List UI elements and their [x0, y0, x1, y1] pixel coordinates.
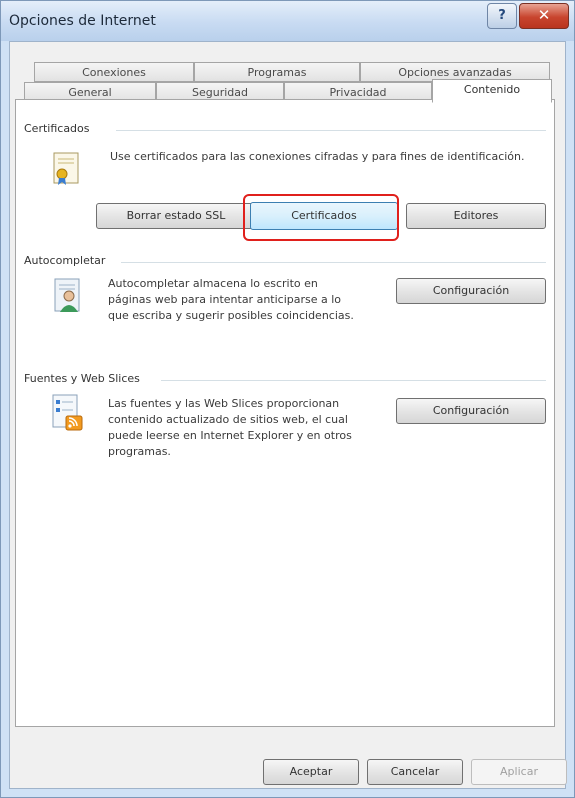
certificates-group-title: Certificados — [24, 122, 90, 135]
feeds-description: Las fuentes y las Web Slices proporciona… — [108, 397, 352, 458]
autocomplete-description: Autocompletar almacena lo escrito en pág… — [108, 277, 354, 322]
autocomplete-divider — [121, 262, 546, 263]
autocomplete-group-title: Autocompletar — [24, 254, 106, 267]
window-title: Opciones de Internet — [9, 13, 156, 29]
feeds-divider — [161, 380, 546, 381]
feeds-icon — [52, 394, 83, 431]
certificate-icon — [53, 152, 79, 185]
clear-ssl-state-button[interactable]: Borrar estado SSL — [96, 203, 256, 229]
certificates-divider — [116, 130, 546, 131]
tab-programas[interactable]: Programas — [194, 62, 360, 82]
help-icon: ? — [498, 8, 506, 23]
apply-button[interactable]: Aplicar — [471, 759, 567, 785]
internet-options-window: Opciones de Internet ? ✕ Conexiones Prog… — [0, 0, 575, 798]
feeds-group-title: Fuentes y Web Slices — [24, 372, 140, 385]
autocomplete-settings-button[interactable]: Configuración — [396, 278, 546, 304]
autocomplete-icon — [54, 278, 80, 312]
tab-contenido[interactable]: Contenido — [432, 79, 552, 103]
close-icon: ✕ — [537, 6, 551, 24]
publishers-button[interactable]: Editores — [406, 203, 546, 229]
certificates-description: Use certificados para las conexiones cif… — [110, 150, 525, 163]
close-button[interactable]: ✕ — [519, 3, 569, 29]
ok-button[interactable]: Aceptar — [263, 759, 359, 785]
help-button[interactable]: ? — [487, 3, 517, 29]
tab-conexiones[interactable]: Conexiones — [34, 62, 194, 82]
cancel-button[interactable]: Cancelar — [367, 759, 463, 785]
certificates-highlight — [243, 194, 399, 241]
title-bar[interactable]: Opciones de Internet ? ✕ — [1, 1, 574, 41]
feeds-settings-button[interactable]: Configuración — [396, 398, 546, 424]
